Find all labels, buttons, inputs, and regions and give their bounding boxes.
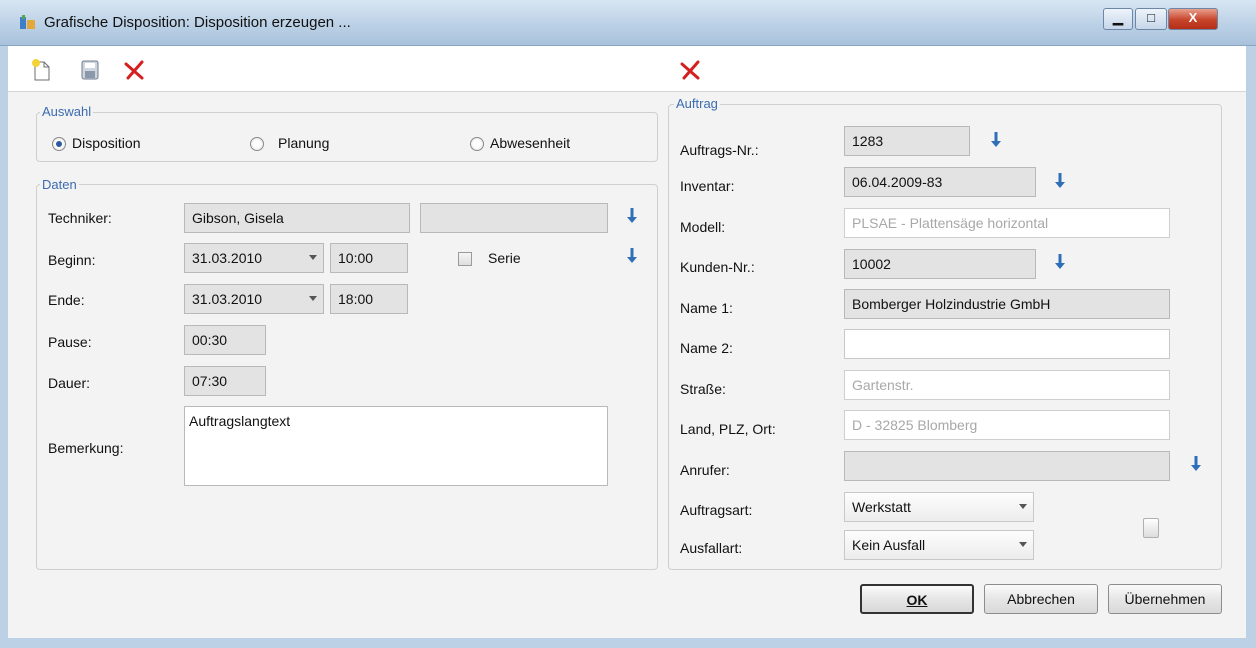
details-button[interactable] xyxy=(1143,518,1159,538)
techniker-select-arrow-icon[interactable] xyxy=(624,206,640,226)
daten-group-title: Daten xyxy=(40,177,79,192)
ort-label: Land, PLZ, Ort: xyxy=(680,421,776,437)
pause-field[interactable]: 00:30 xyxy=(184,325,266,355)
chevron-down-icon xyxy=(309,296,317,301)
beginn-time-field[interactable]: 10:00 xyxy=(330,243,408,273)
maximize-icon: □ xyxy=(1147,10,1155,25)
modell-field[interactable]: PLSAE - Plattensäge horizontal xyxy=(844,208,1170,238)
auftragsart-value: Werkstatt xyxy=(852,499,911,515)
name2-label: Name 2: xyxy=(680,340,733,356)
radio-disposition-label: Disposition xyxy=(72,135,141,151)
modell-label: Modell: xyxy=(680,219,726,235)
anrufer-field[interactable] xyxy=(844,451,1170,481)
toolbar xyxy=(8,46,1246,92)
strasse-label: Straße: xyxy=(680,381,726,397)
window-frame-left xyxy=(0,46,8,648)
kunden-nr-select-arrow-icon[interactable] xyxy=(1052,252,1068,272)
beginn-select-arrow-icon[interactable] xyxy=(624,246,640,266)
ausfallart-label: Ausfallart: xyxy=(680,540,743,556)
radio-abwesenheit-label: Abwesenheit xyxy=(490,135,571,151)
techniker-extra-field[interactable] xyxy=(420,203,608,233)
chevron-down-icon xyxy=(1019,542,1027,547)
app-icon xyxy=(20,15,36,31)
inventar-field[interactable]: 06.04.2009-83 xyxy=(844,167,1036,197)
beginn-date-value: 31.03.2010 xyxy=(192,250,263,266)
ende-label: Ende: xyxy=(48,292,85,308)
dauer-label: Dauer: xyxy=(48,375,91,391)
cancel-button[interactable]: Abbrechen xyxy=(984,584,1098,614)
pause-label: Pause: xyxy=(48,334,92,350)
minimize-button[interactable]: ▁ xyxy=(1103,8,1133,30)
inventar-select-arrow-icon[interactable] xyxy=(1052,171,1068,191)
save-icon[interactable] xyxy=(78,58,102,82)
anrufer-select-arrow-icon[interactable] xyxy=(1188,454,1204,474)
techniker-field[interactable]: Gibson, Gisela xyxy=(184,203,410,233)
kunden-nr-label: Kunden-Nr.: xyxy=(680,259,755,275)
window-frame-bottom xyxy=(0,638,1256,648)
window-frame-right xyxy=(1246,46,1256,648)
radio-planung-label: Planung xyxy=(278,135,330,151)
beginn-date-picker[interactable]: 31.03.2010 xyxy=(184,243,324,273)
dauer-field[interactable]: 07:30 xyxy=(184,366,266,396)
auswahl-group-title: Auswahl xyxy=(40,104,94,119)
window-title: Grafische Disposition: Disposition erzeu… xyxy=(44,14,351,31)
name1-label: Name 1: xyxy=(680,300,733,316)
auftrags-nr-select-arrow-icon[interactable] xyxy=(988,130,1004,150)
apply-button[interactable]: Übernehmen xyxy=(1108,584,1222,614)
auftragsart-label: Auftragsart: xyxy=(680,502,753,518)
radio-abwesenheit[interactable] xyxy=(470,137,484,151)
daten-group xyxy=(36,184,658,570)
radio-disposition[interactable] xyxy=(52,137,66,151)
chevron-down-icon xyxy=(1019,504,1027,509)
serie-checkbox[interactable] xyxy=(458,252,472,266)
auftragsart-select[interactable]: Werkstatt xyxy=(844,492,1034,522)
strasse-field[interactable]: Gartenstr. xyxy=(844,370,1170,400)
ausfallart-value: Kein Ausfall xyxy=(852,537,926,553)
maximize-button[interactable]: □ xyxy=(1135,8,1167,30)
ende-date-value: 31.03.2010 xyxy=(192,291,263,307)
name2-field[interactable] xyxy=(844,329,1170,359)
delete-icon[interactable] xyxy=(122,58,146,82)
serie-label: Serie xyxy=(488,250,521,266)
minimize-icon: ▁ xyxy=(1113,10,1123,25)
close-button[interactable]: X xyxy=(1168,8,1218,30)
auftrags-nr-label: Auftrags-Nr.: xyxy=(680,142,759,158)
auftrags-nr-field[interactable]: 1283 xyxy=(844,126,970,156)
anrufer-label: Anrufer: xyxy=(680,462,730,478)
auftrag-group-title: Auftrag xyxy=(674,96,720,111)
new-document-icon[interactable] xyxy=(30,58,54,82)
delete-icon[interactable] xyxy=(678,58,702,82)
ende-time-field[interactable]: 18:00 xyxy=(330,284,408,314)
radio-planung[interactable] xyxy=(250,137,264,151)
chevron-down-icon xyxy=(309,255,317,260)
ok-button[interactable]: OK xyxy=(860,584,974,614)
bemerkung-textarea[interactable]: Auftragslangtext xyxy=(184,406,608,486)
ort-field[interactable]: D - 32825 Blomberg xyxy=(844,410,1170,440)
ende-date-picker[interactable]: 31.03.2010 xyxy=(184,284,324,314)
ausfallart-select[interactable]: Kein Ausfall xyxy=(844,530,1034,560)
techniker-label: Techniker: xyxy=(48,210,112,226)
beginn-label: Beginn: xyxy=(48,252,96,268)
kunden-nr-field[interactable]: 10002 xyxy=(844,249,1036,279)
bemerkung-label: Bemerkung: xyxy=(48,440,124,456)
close-icon: X xyxy=(1188,10,1198,25)
inventar-label: Inventar: xyxy=(680,178,735,194)
name1-field[interactable]: Bomberger Holzindustrie GmbH xyxy=(844,289,1170,319)
